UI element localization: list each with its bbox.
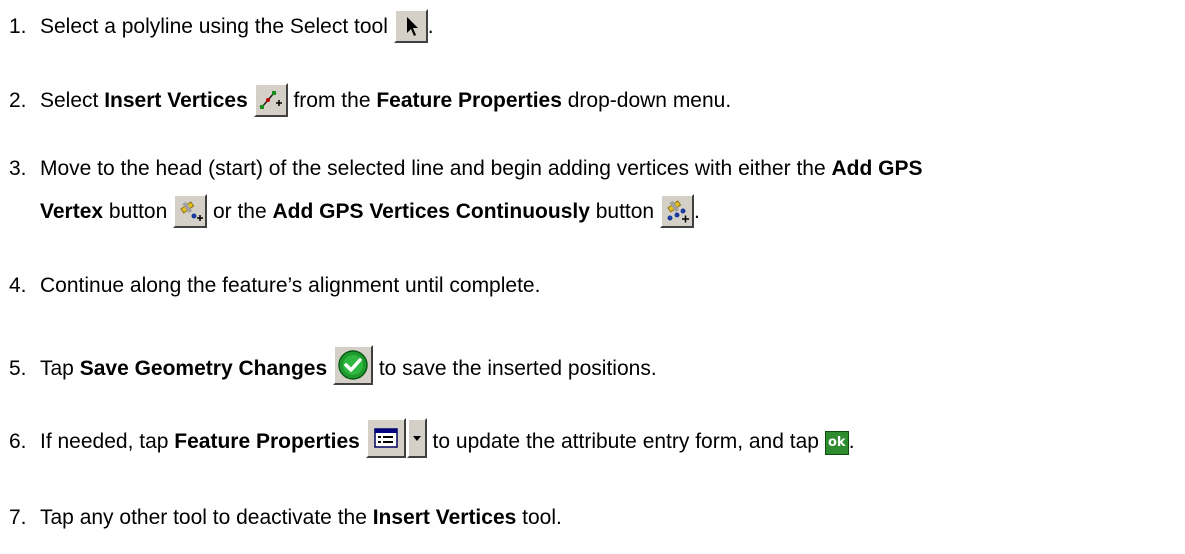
ok-icon: ok xyxy=(824,431,849,455)
insert-vertices-label: Insert Vertices xyxy=(104,89,248,112)
save-geometry-changes-label: Save Geometry Changes xyxy=(79,357,328,380)
step-6: 6. If needed, tap Feature Properties to u… xyxy=(0,418,855,458)
feature-properties-label: Feature Properties xyxy=(376,89,562,112)
step-number: 1. xyxy=(9,15,27,38)
select-tool-icon xyxy=(393,9,428,43)
step-3-continued: Vertex button or the Add GPS Vertices Co… xyxy=(40,194,700,228)
step-3: 3. Move to the head (start) of the select… xyxy=(0,153,922,185)
add-gps-vertices-continuously-label: Add GPS Vertices Continuously xyxy=(272,200,590,223)
insert-vertices-icon xyxy=(253,83,288,117)
step-number: 2. xyxy=(9,89,27,112)
vertex-label: Vertex xyxy=(40,200,104,223)
add-gps-vertex-icon xyxy=(173,194,208,228)
step-number: 3. xyxy=(9,157,27,180)
add-gps-label: Add GPS xyxy=(831,157,923,180)
step-number: 7. xyxy=(9,506,27,529)
step-1: 1. Select a polyline using the Select too… xyxy=(0,9,434,43)
chevron-down-icon xyxy=(406,418,427,458)
step-5: 5. Tap Save Geometry Changes to save the … xyxy=(0,345,657,385)
feature-properties-icon xyxy=(365,418,406,458)
insert-vertices-label: Insert Vertices xyxy=(372,506,517,529)
add-gps-vertices-continuously-icon xyxy=(659,194,694,228)
step-7: 7. Tap any other tool to deactivate the I… xyxy=(0,502,562,534)
save-geometry-changes-icon xyxy=(332,345,373,385)
step-text: Select a polyline using the Select tool xyxy=(40,15,394,38)
step-4: 4. Continue along the feature’s alignment… xyxy=(0,270,540,302)
step-2: 2. Select Insert Vertices from the Featur… xyxy=(0,83,731,117)
feature-properties-label: Feature Properties xyxy=(174,430,360,453)
step-number: 5. xyxy=(9,357,27,380)
step-number: 6. xyxy=(9,430,27,453)
step-number: 4. xyxy=(9,274,27,297)
